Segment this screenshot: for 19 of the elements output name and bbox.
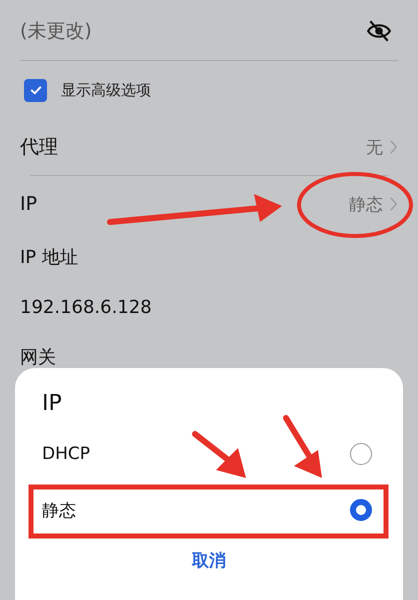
radio-option[interactable]: 静态 <box>42 482 376 538</box>
radio-button[interactable] <box>350 443 372 465</box>
field-label: IP 地址 <box>20 246 79 270</box>
arrow-annotation <box>192 431 246 478</box>
setting-row[interactable]: 代理 无 <box>20 119 398 175</box>
chevron-icon <box>389 196 398 212</box>
eye-slash-icon[interactable] <box>366 18 392 44</box>
chevron-icon <box>389 139 398 155</box>
cancel-button[interactable]: 取消 <box>186 548 232 573</box>
field-label: 网关 <box>20 346 57 370</box>
password-field[interactable]: (未更改) <box>20 20 220 42</box>
dialog-title: IP <box>42 390 63 418</box>
setting-row[interactable]: IP 静态 <box>20 176 398 232</box>
arrow-annotation <box>283 415 322 478</box>
radio-option[interactable]: DHCP <box>42 426 376 482</box>
checkbox-label: 显示高级选项 <box>61 80 151 100</box>
radio-button[interactable] <box>350 499 372 521</box>
ip-address-value: 192.168.6.128 <box>20 296 153 320</box>
checkbox[interactable] <box>24 78 47 102</box>
